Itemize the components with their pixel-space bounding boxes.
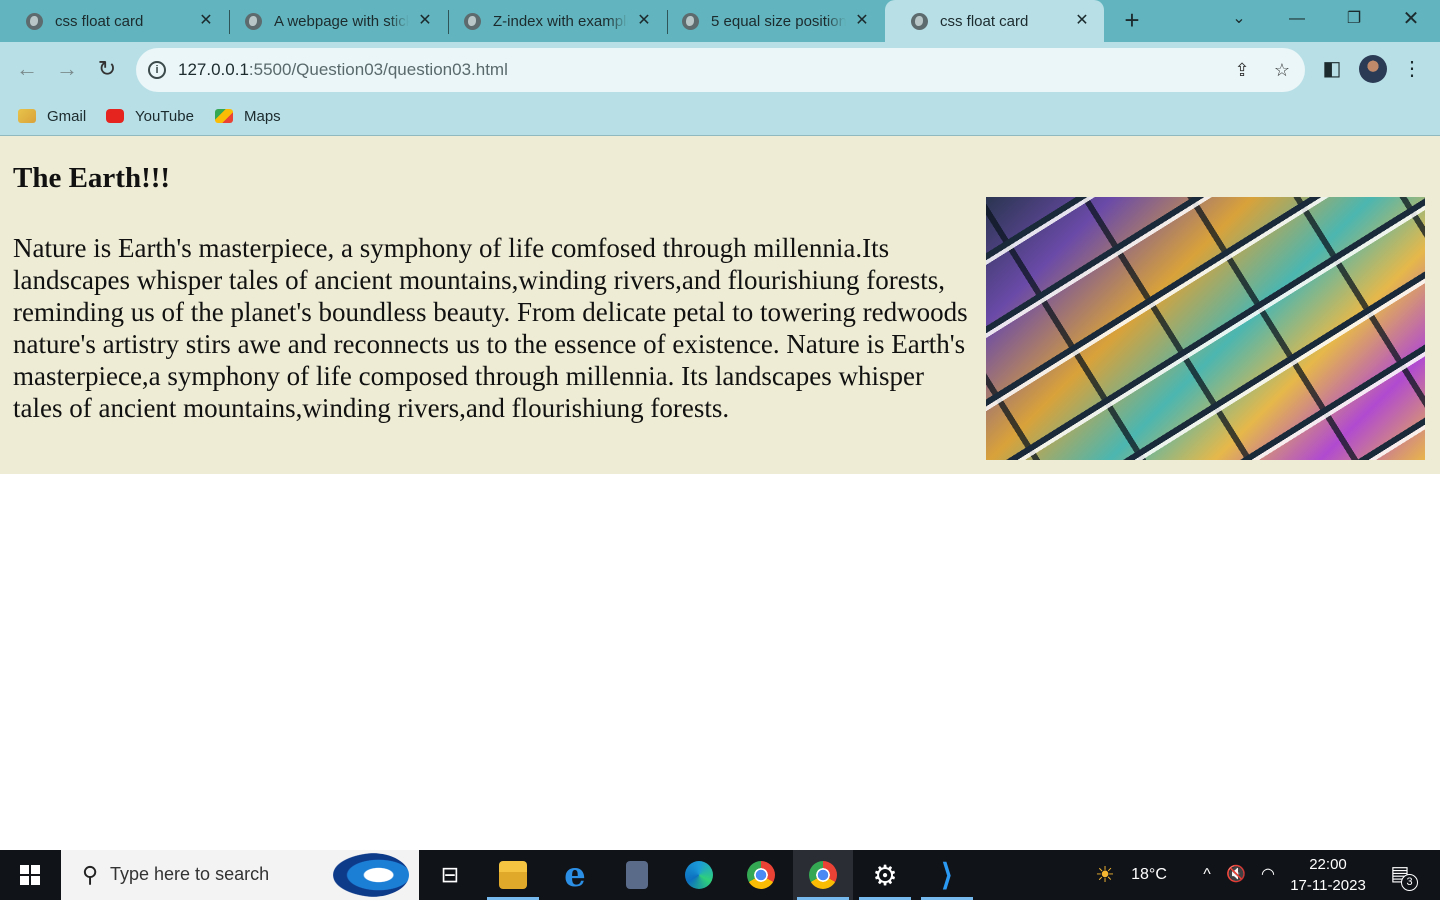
- globe-icon: [682, 12, 699, 30]
- windows-logo-icon: [20, 865, 40, 885]
- gear-icon: ⚙: [872, 859, 898, 891]
- tab-3[interactable]: Z-index with example ✕: [438, 0, 666, 42]
- globe-icon: [911, 12, 928, 30]
- tab-5-active[interactable]: css float card ✕: [885, 0, 1104, 42]
- file-explorer-button[interactable]: [483, 850, 543, 900]
- notification-count: 3: [1401, 874, 1418, 891]
- vscode-icon: ⟩: [941, 858, 953, 892]
- bookmark-label: Maps: [244, 107, 281, 125]
- close-icon[interactable]: ✕: [634, 11, 654, 31]
- share-icon[interactable]: ⇪: [1231, 59, 1253, 81]
- url-path: :5500/Question03/question03.html: [248, 60, 508, 79]
- clock-time: 22:00: [1309, 856, 1347, 873]
- wifi-icon[interactable]: ◠: [1256, 850, 1280, 900]
- bookmark-label: Gmail: [47, 107, 87, 125]
- vscode-button[interactable]: ⟩: [917, 850, 977, 900]
- tab-title: css float card: [55, 12, 144, 30]
- volume-muted-icon[interactable]: 🔇: [1224, 850, 1248, 900]
- float-card: The Earth!!! Nature is Earth's masterpie…: [0, 136, 1440, 474]
- clock-date: 17-11-2023: [1290, 877, 1366, 894]
- chrome-button[interactable]: [731, 850, 791, 900]
- reload-icon[interactable]: ↻: [92, 54, 122, 84]
- edge-icon: [685, 861, 713, 889]
- bookmark-youtube[interactable]: YouTube: [106, 103, 194, 129]
- globe-icon: [26, 12, 43, 30]
- url-host: 127.0.0.1: [178, 60, 249, 79]
- forward-arrow-icon[interactable]: →: [52, 54, 82, 84]
- site-info-icon[interactable]: i: [148, 61, 166, 79]
- bookmark-maps[interactable]: Maps: [215, 103, 281, 129]
- browser-chrome: css float card ✕ A webpage with sticky ✕…: [0, 0, 1440, 136]
- close-icon[interactable]: ✕: [852, 11, 872, 31]
- globe-icon: [464, 12, 481, 30]
- minimize-button[interactable]: —: [1272, 0, 1322, 38]
- youtube-icon: [106, 109, 124, 123]
- calculator-button[interactable]: [607, 850, 667, 900]
- restore-button[interactable]: ❐: [1329, 0, 1379, 38]
- tab-strip: css float card ✕ A webpage with sticky ✕…: [0, 0, 1440, 42]
- chevron-up-icon[interactable]: ^: [1196, 850, 1218, 900]
- url-text[interactable]: 127.0.0.1:5500/Question03/question03.htm…: [178, 60, 508, 80]
- close-icon[interactable]: ✕: [196, 11, 216, 31]
- menu-icon[interactable]: ⋮: [1398, 55, 1426, 83]
- card-image: [986, 197, 1425, 460]
- internet-explorer-button[interactable]: e: [545, 850, 605, 900]
- clock[interactable]: 22:00 17-11-2023: [1286, 854, 1370, 896]
- windows-taskbar: ⚲ Type here to search ⊟ e ⚙ ⟩ ☀ 18°C ^ 🔇…: [0, 850, 1440, 900]
- start-button[interactable]: [0, 850, 60, 900]
- maps-icon: [215, 109, 233, 123]
- page-heading: The Earth!!!: [13, 162, 171, 194]
- star-icon[interactable]: ☆: [1271, 59, 1293, 81]
- tab-4[interactable]: 5 equal size positioned ✕: [656, 0, 884, 42]
- chrome-icon: [809, 861, 837, 889]
- browser-toolbar: ← → ↻ i 127.0.0.1:5500/Question03/questi…: [0, 42, 1440, 98]
- notification-center-icon[interactable]: ▤ 3: [1388, 862, 1418, 891]
- search-placeholder: Type here to search: [110, 864, 270, 884]
- side-panel-icon[interactable]: ◧: [1318, 55, 1346, 83]
- back-arrow-icon[interactable]: ←: [12, 54, 42, 84]
- search-icon: ⚲: [81, 862, 99, 887]
- bookmark-gmail[interactable]: Gmail: [18, 103, 86, 129]
- globe-icon: [245, 12, 262, 30]
- address-bar[interactable]: i 127.0.0.1:5500/Question03/question03.h…: [136, 48, 1305, 92]
- gmail-icon: [18, 109, 36, 123]
- tab-title: css float card: [940, 12, 1029, 30]
- tab-title: Z-index with example: [493, 12, 628, 30]
- bookmark-label: YouTube: [135, 107, 194, 125]
- weather-temperature[interactable]: 18°C: [1126, 850, 1172, 900]
- settings-button[interactable]: ⚙: [855, 850, 915, 900]
- task-view-button[interactable]: ⊟: [420, 850, 480, 900]
- bookmarks-bar: Gmail YouTube Maps: [0, 98, 1440, 135]
- close-icon[interactable]: ✕: [1072, 11, 1092, 31]
- tab-search-chevron-icon[interactable]: ⌄: [1214, 0, 1264, 38]
- edge-button[interactable]: [669, 850, 729, 900]
- tab-title: A webpage with sticky: [274, 12, 409, 30]
- page-viewport: The Earth!!! Nature is Earth's masterpie…: [0, 136, 1440, 850]
- tab-title: 5 equal size positioned: [711, 12, 846, 30]
- task-view-icon: ⊟: [440, 862, 460, 887]
- profile-avatar[interactable]: [1359, 55, 1387, 83]
- new-tab-button[interactable]: +: [1119, 7, 1145, 34]
- chrome-icon: [747, 861, 775, 889]
- ie-icon: e: [564, 855, 586, 895]
- search-highlight-icon[interactable]: [333, 853, 409, 897]
- card-paragraph: Nature is Earth's masterpiece, a symphon…: [13, 233, 968, 423]
- weather-icon[interactable]: ☀: [1088, 850, 1122, 900]
- taskbar-search[interactable]: ⚲ Type here to search: [61, 850, 419, 900]
- calculator-icon: [626, 861, 648, 889]
- tab-1[interactable]: css float card ✕: [0, 0, 228, 42]
- close-window-button[interactable]: ✕: [1386, 0, 1436, 38]
- close-icon[interactable]: ✕: [415, 11, 435, 31]
- chrome-profile-button[interactable]: [793, 850, 853, 900]
- tab-2[interactable]: A webpage with sticky ✕: [219, 0, 447, 42]
- folder-icon: [499, 861, 527, 889]
